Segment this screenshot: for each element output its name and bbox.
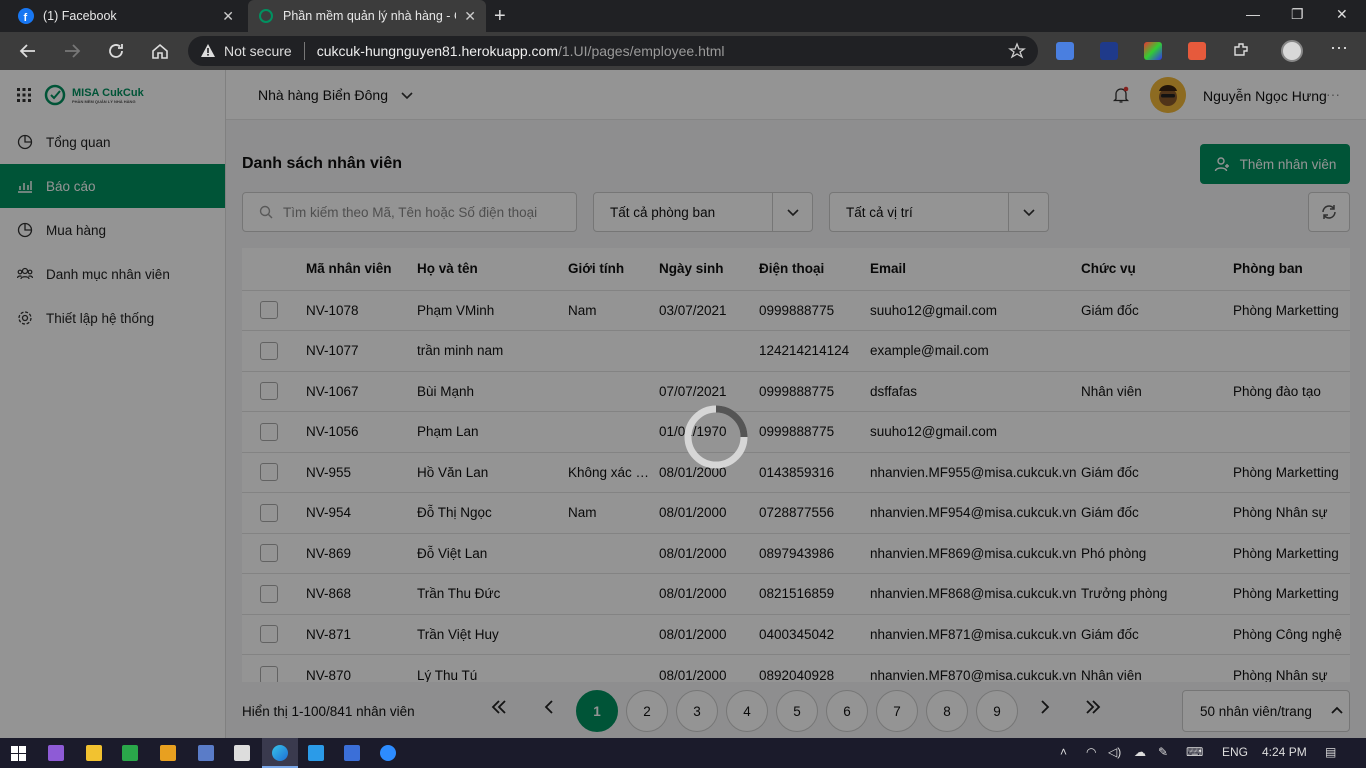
url-separator <box>303 42 305 60</box>
close-tab-icon[interactable]: ✕ <box>222 8 234 25</box>
svg-text:f: f <box>24 12 28 24</box>
windows-taskbar: ˄ ◠ ◁) ☁ ✎ ⌨ ENG 4:24 PM ▤ <box>0 738 1366 768</box>
keyboard-icon[interactable]: ⌨ <box>1186 745 1203 759</box>
restore-icon[interactable]: ❐ <box>1291 6 1304 23</box>
notification-center-icon[interactable]: ▤ <box>1325 745 1336 759</box>
vscode-icon[interactable] <box>308 745 324 761</box>
url-domain: cukcuk-hungnguyen81.herokuapp.com <box>316 43 558 59</box>
extension-icon[interactable] <box>1188 42 1206 60</box>
word-icon[interactable] <box>344 745 360 761</box>
security-label[interactable]: Not secure <box>224 43 292 59</box>
tab-title: (1) Facebook <box>43 9 117 23</box>
edge-icon <box>272 745 288 761</box>
close-window-icon[interactable]: ✕ <box>1336 6 1348 23</box>
browser-tab-strip: f (1) Facebook ✕ Phần mềm quản lý nhà hà… <box>0 0 1366 32</box>
cukcuk-favicon-icon <box>259 9 273 23</box>
url-bar[interactable]: Not secure cukcuk-hungnguyen81.herokuapp… <box>188 36 1038 66</box>
url-path: /1.UI/pages/employee.html <box>557 43 725 59</box>
app-icon[interactable] <box>122 745 138 761</box>
translate-extension-icon[interactable] <box>1056 42 1074 60</box>
visual-studio-icon[interactable] <box>48 745 64 761</box>
forward-icon[interactable] <box>62 41 82 61</box>
app-icon[interactable] <box>234 745 250 761</box>
address-toolbar: Not secure cukcuk-hungnguyen81.herokuapp… <box>0 32 1366 70</box>
app-icon[interactable] <box>160 745 176 761</box>
app-icon[interactable] <box>198 745 214 761</box>
extensions-puzzle-icon[interactable] <box>1232 41 1250 59</box>
pen-icon[interactable]: ✎ <box>1158 745 1168 759</box>
facebook-icon: f <box>18 8 34 24</box>
language-indicator[interactable]: ENG <box>1222 745 1248 759</box>
clock[interactable]: 4:24 PM <box>1262 745 1307 759</box>
minimize-icon[interactable]: — <box>1246 6 1260 22</box>
zoom-icon[interactable] <box>380 745 396 761</box>
home-icon[interactable] <box>150 41 170 61</box>
warning-icon <box>201 44 215 57</box>
windows-start-icon[interactable] <box>11 746 26 761</box>
close-tab-icon[interactable]: ✕ <box>464 8 476 25</box>
favorite-star-icon[interactable] <box>1008 42 1026 60</box>
browser-tab-facebook[interactable]: f (1) Facebook ✕ <box>8 0 244 32</box>
volume-icon[interactable]: ◁) <box>1108 745 1121 759</box>
browser-tab-cukcuk[interactable]: Phần mềm quản lý nhà hàng - C ✕ <box>248 0 486 32</box>
onedrive-icon[interactable]: ☁ <box>1134 745 1146 759</box>
show-hidden-icons-icon[interactable]: ˄ <box>1060 745 1067 759</box>
reload-icon[interactable] <box>106 41 126 61</box>
extension-icon[interactable] <box>1144 42 1162 60</box>
back-icon[interactable] <box>18 41 38 61</box>
extension-icon[interactable] <box>1100 42 1118 60</box>
tab-title: Phần mềm quản lý nhà hàng - C <box>283 9 457 23</box>
edge-taskbar-active[interactable] <box>262 738 298 768</box>
browser-profile-avatar[interactable] <box>1281 40 1303 62</box>
file-explorer-icon[interactable] <box>86 745 102 761</box>
browser-menu-icon[interactable]: ⋯ <box>1330 38 1348 59</box>
loading-spinner-icon <box>684 405 748 469</box>
wifi-icon[interactable]: ◠ <box>1086 745 1096 759</box>
new-tab-icon[interactable]: + <box>494 6 506 26</box>
